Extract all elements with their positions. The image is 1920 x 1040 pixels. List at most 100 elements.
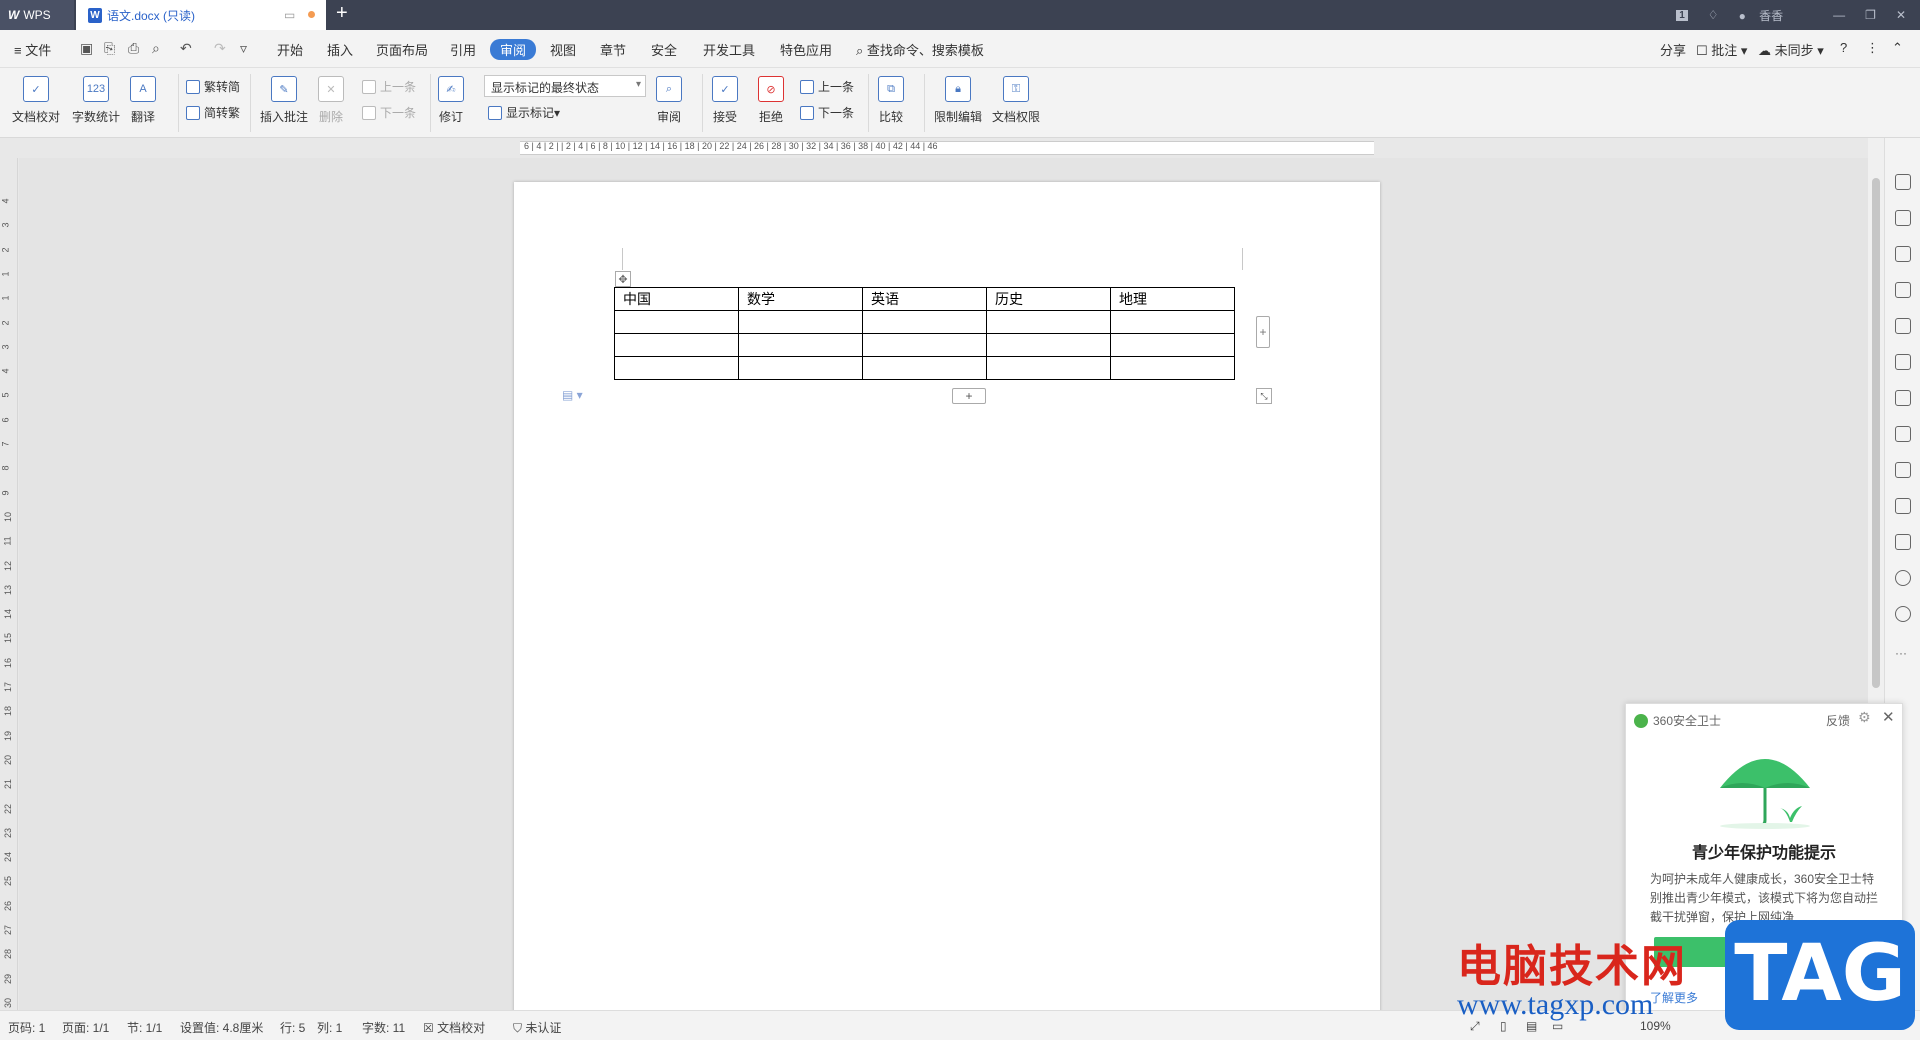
scrollbar-thumb[interactable] [1872,178,1880,688]
translate-button[interactable]: A 翻译 [130,76,156,125]
image-icon[interactable] [1895,498,1911,514]
select-cursor-icon[interactable] [1895,210,1911,226]
setting-value-status[interactable]: 设置值: 4.8厘米 [180,1019,263,1036]
page-count-status[interactable]: 页面: 1/1 [62,1019,109,1036]
tab-developer[interactable]: 开发工具 [703,40,755,59]
horizontal-ruler[interactable]: 6 | 4 | 2 | | 2 | 4 | 6 | 8 | 10 | 12 | … [0,138,1868,158]
archive-icon[interactable] [1895,462,1911,478]
print-preview-icon[interactable]: ⌕ [152,40,160,57]
simp-to-trad-button[interactable]: 简转繁 [186,104,240,121]
table-cell[interactable] [862,333,987,357]
tab-security[interactable]: 安全 [651,40,677,59]
tab-insert[interactable]: 插入 [327,40,353,59]
minimize-button[interactable]: — [1833,8,1845,22]
table-cell[interactable] [738,310,863,334]
translate-side-icon[interactable] [1895,426,1911,442]
sync-menu[interactable]: ☁ 未同步 ▾ [1758,40,1824,59]
table-cell[interactable] [1110,356,1235,380]
redo-icon[interactable]: ↷ [214,40,226,57]
next-comment-button[interactable]: 下一条 [362,104,416,121]
print-icon[interactable]: ⎙ [128,40,139,57]
more-menu-icon[interactable]: ⋮ [1866,40,1879,56]
learn-more-link[interactable]: 了解更多 [1650,989,1698,1006]
document-page[interactable]: ✥ 中国 数学 英语 历史 地理 + + ⤡ ▤ ▾ [514,182,1380,1010]
more-tools-icon[interactable]: ··· [1895,646,1907,660]
tab-special[interactable]: 特色应用 [780,40,832,59]
tab-references[interactable]: 引用 [450,40,476,59]
tab-layout[interactable]: 页面布局 [376,40,428,59]
reject-button[interactable]: ⊘ 拒绝 [758,76,784,125]
row-status[interactable]: 行: 5 [280,1019,305,1036]
prev-comment-button[interactable]: 上一条 [362,78,416,95]
table-cell[interactable] [738,333,863,357]
doc-permission-button[interactable]: ⚿ 文档权限 [992,76,1040,125]
table-cell[interactable]: 历史 [986,287,1111,311]
comment-menu[interactable]: ☐ 批注 ▾ [1696,40,1747,59]
table-cell[interactable] [614,356,739,380]
file-menu[interactable]: ≡ 文件 [14,40,51,59]
trad-to-simp-button[interactable]: 繁转简 [186,78,240,95]
read-mode-icon[interactable]: ▯ [1500,1019,1507,1033]
table-cell[interactable]: 英语 [862,287,987,311]
pen-icon[interactable] [1895,174,1911,190]
tab-home[interactable]: 开始 [277,40,303,59]
table-cell[interactable] [986,356,1111,380]
table-cell[interactable] [614,310,739,334]
skin-icon[interactable]: ♢ [1708,8,1719,22]
compare-button[interactable]: ⧉ 比较 [878,76,904,125]
page-number-status[interactable]: 页码: 1 [8,1019,45,1036]
wps-home-tab[interactable]: W WPS [0,0,74,30]
restrict-edit-button[interactable]: 🔒︎ 限制编辑 [934,76,982,125]
table-move-handle-icon[interactable]: ✥ [615,271,631,287]
table-cell[interactable] [862,356,987,380]
table-cell[interactable]: 中国 [614,287,739,311]
gear-icon[interactable]: ⚙ [1858,709,1871,726]
doc-check-status[interactable]: ☒ 文档校对 [423,1019,485,1036]
format-painter-icon[interactable]: ⎘ [104,40,115,57]
track-changes-button[interactable]: ✍ 修订 [438,76,464,125]
adjust-icon[interactable] [1895,354,1911,370]
restore-button[interactable]: ❐ [1865,8,1876,22]
command-search[interactable]: ⌕ 查找命令、搜索模板 [856,40,984,59]
prev-change-button[interactable]: 上一条 [800,78,854,95]
collapse-ribbon-icon[interactable]: ⌃ [1892,40,1903,56]
table-cell[interactable] [614,333,739,357]
accept-button[interactable]: ✓ 接受 [712,76,738,125]
auth-status[interactable]: ⛉ 未认证 [513,1019,561,1036]
section-status[interactable]: 节: 1/1 [127,1019,162,1036]
add-row-button[interactable]: + [952,388,986,404]
page-view-icon[interactable]: ▤ [1526,1019,1537,1033]
help-circle-icon[interactable] [1895,606,1911,622]
user-avatar[interactable]: ● 香香 [1739,7,1794,24]
security-icon[interactable] [1895,534,1911,550]
table-cell[interactable] [738,356,863,380]
popup-action-button[interactable] [1654,937,1876,967]
next-change-button[interactable]: 下一条 [800,104,854,121]
insert-comment-button[interactable]: ✎ 插入批注 [260,76,308,125]
tab-review[interactable]: 审阅 [490,39,537,60]
feedback-link[interactable]: 反馈 [1826,712,1850,729]
close-icon[interactable]: ✕ [1882,708,1895,726]
word-count-status[interactable]: 字数: 11 [362,1019,405,1036]
fullscreen-icon[interactable]: ⤢ [1470,1019,1480,1034]
history-icon[interactable] [1895,570,1911,586]
monitor-icon[interactable]: ▭ [284,8,295,22]
web-view-icon[interactable]: ▭ [1552,1019,1563,1033]
shapes-icon[interactable] [1895,246,1911,262]
new-tab-button[interactable]: + [336,2,348,25]
undo-icon[interactable]: ↶ [180,40,192,57]
close-window-button[interactable]: ✕ [1896,8,1906,22]
document-table[interactable]: 中国 数学 英语 历史 地理 [614,287,1235,380]
table-cell[interactable] [1110,310,1235,334]
window-count-badge[interactable]: 1 [1676,9,1688,21]
table-cell[interactable]: 数学 [738,287,863,311]
markup-state-select[interactable]: 显示标记的最终状态 [484,75,646,97]
paragraph-layout-icon[interactable]: ▤ ▾ [562,388,583,402]
style-icon[interactable] [1895,282,1911,298]
word-count-button[interactable]: 123 字数统计 [72,76,120,125]
table-icon[interactable] [1895,318,1911,334]
help-button[interactable]: ? [1840,40,1847,55]
add-column-button[interactable]: + [1256,316,1270,348]
table-cell[interactable] [862,310,987,334]
review-pane-button[interactable]: ⌕ 审阅 [656,76,682,125]
